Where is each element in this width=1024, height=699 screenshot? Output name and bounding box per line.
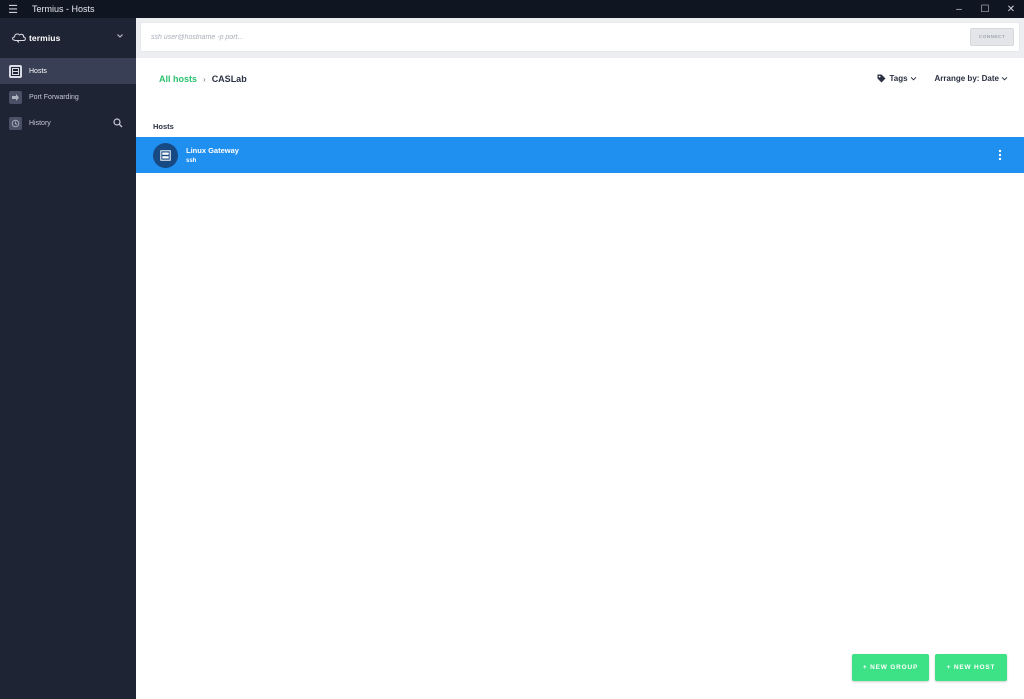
port-forward-arrow-icon <box>9 90 22 104</box>
window-title: Termius - Hosts <box>32 4 95 14</box>
minimize-icon[interactable]: – <box>946 0 972 18</box>
new-host-button[interactable]: + NEW HOST <box>935 654 1007 681</box>
arrange-by-dropdown[interactable]: Arrange by: Date <box>935 74 1008 83</box>
maximize-icon[interactable]: ☐ <box>972 0 998 18</box>
search-icon[interactable] <box>113 118 123 128</box>
history-clock-icon <box>9 116 22 130</box>
sidebar-item-label: History <box>29 119 51 127</box>
brand-switcher[interactable]: termius <box>0 18 136 58</box>
breadcrumb: All hosts › CASLab <box>159 74 247 84</box>
new-group-button[interactable]: + NEW GROUP <box>852 654 929 681</box>
chevron-down-icon <box>1001 76 1008 81</box>
tags-filter-dropdown[interactable]: Tags <box>877 74 916 83</box>
sidebar: termius Hosts Port Forwarding History <box>0 18 136 699</box>
host-name: Linux Gateway <box>186 145 239 155</box>
sidebar-item-history[interactable]: History <box>0 110 136 136</box>
sidebar-item-label: Hosts <box>29 67 47 75</box>
breadcrumb-separator: › <box>203 74 206 84</box>
window-controls: – ☐ ✕ <box>946 0 1024 18</box>
ssh-quick-connect-bar: CONNECT <box>136 18 1024 58</box>
connect-button[interactable]: CONNECT <box>970 28 1014 46</box>
sidebar-item-port-forwarding[interactable]: Port Forwarding <box>0 84 136 110</box>
chevron-down-icon[interactable] <box>116 32 124 40</box>
breadcrumb-current-group: CASLab <box>211 74 247 84</box>
arrange-label: Arrange by: Date <box>934 74 999 83</box>
hosts-section-title: Hosts <box>153 122 174 131</box>
close-icon[interactable]: ✕ <box>998 0 1024 18</box>
main-content: CONNECT All hosts › CASLab Tags Arrange … <box>136 18 1024 699</box>
ssh-input-container: CONNECT <box>141 23 1019 51</box>
host-protocol: ssh <box>186 157 197 164</box>
host-avatar <box>153 142 178 168</box>
hosts-grid-icon <box>9 64 22 78</box>
more-vertical-icon[interactable] <box>998 149 1002 161</box>
title-bar: ☰ Termius - Hosts – ☐ ✕ <box>0 0 1024 18</box>
list-controls: Tags Arrange by: Date <box>877 74 1008 83</box>
tag-icon <box>877 74 886 83</box>
server-icon <box>160 149 171 161</box>
ssh-command-input[interactable] <box>151 30 851 44</box>
host-list-item[interactable]: Linux Gateway ssh <box>136 137 1024 173</box>
sidebar-item-label: Port Forwarding <box>29 93 79 101</box>
tags-label: Tags <box>889 74 908 83</box>
host-text: Linux Gateway ssh <box>186 145 239 166</box>
hamburger-icon[interactable]: ☰ <box>0 3 26 16</box>
sidebar-item-hosts[interactable]: Hosts <box>0 58 136 84</box>
brand-name: termius <box>29 33 61 43</box>
breadcrumb-all-hosts-link[interactable]: All hosts <box>159 74 197 84</box>
chevron-down-icon <box>910 76 916 81</box>
termius-logo-icon <box>12 33 26 43</box>
